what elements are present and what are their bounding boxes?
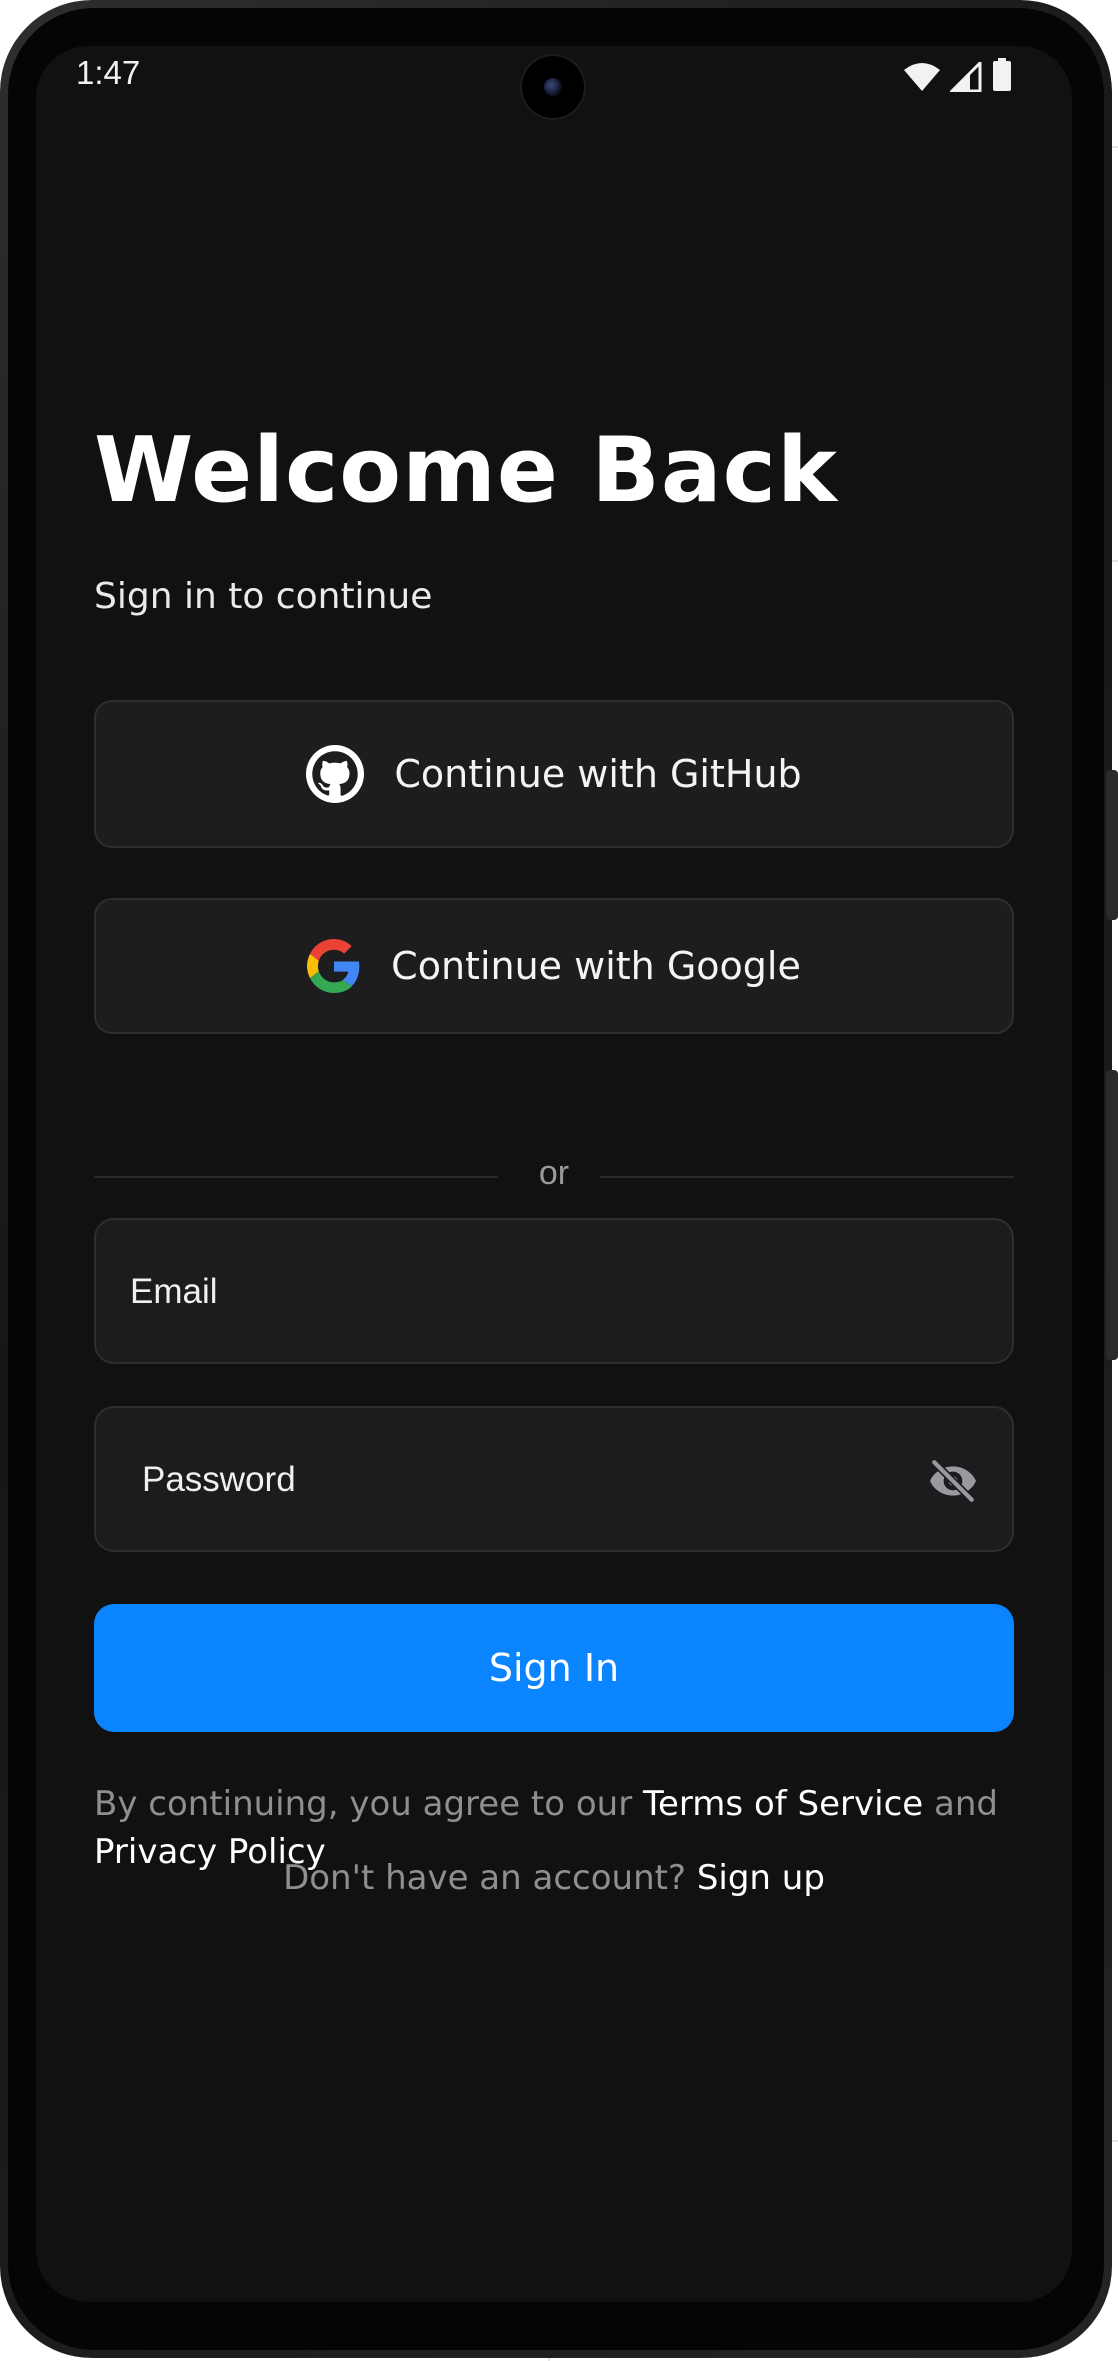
device-frame: 1:47 Welcome Back Sign in to continue Co… (0, 0, 1118, 2358)
google-button-label: Continue with Google (391, 944, 801, 988)
github-button-label: Continue with GitHub (394, 752, 802, 796)
password-field[interactable]: Password (94, 1406, 1016, 1552)
cell-signal-icon (950, 62, 982, 92)
volume-button (1106, 1070, 1118, 1360)
or-divider: or (94, 1152, 1014, 1202)
page-title: Welcome Back (94, 418, 838, 523)
sign-in-label: Sign In (488, 1646, 620, 1690)
page: 1:47 Welcome Back Sign in to continue Co… (0, 0, 1118, 2361)
password-input[interactable] (96, 1408, 1016, 1552)
google-icon (307, 939, 360, 993)
eye-off-icon[interactable] (928, 1456, 978, 1506)
legal-prefix: By continuing, you agree to our (94, 1784, 644, 1824)
wifi-icon (904, 63, 940, 91)
email-input[interactable] (96, 1220, 1016, 1364)
sign-up-link[interactable]: Sign up (697, 1858, 825, 1898)
page-subtitle: Sign in to continue (94, 576, 433, 617)
screen: 1:47 Welcome Back Sign in to continue Co… (36, 46, 1072, 2302)
github-signin-button[interactable]: Continue with GitHub (94, 700, 1014, 848)
signup-row: Don't have an account? Sign up (36, 1858, 1072, 1898)
divider-label: or (538, 1154, 570, 1192)
sign-in-button[interactable]: Sign In (94, 1604, 1014, 1732)
google-signin-button[interactable]: Continue with Google (94, 898, 1014, 1034)
email-field[interactable]: Email (94, 1218, 1016, 1364)
front-camera (522, 56, 584, 118)
power-button (1106, 770, 1118, 920)
status-icons (904, 58, 1012, 92)
legal-middle: and (923, 1784, 998, 1824)
terms-of-service-link[interactable]: Terms of Service (643, 1784, 923, 1824)
status-time: 1:47 (76, 54, 141, 91)
battery-icon (993, 58, 1011, 91)
github-icon (306, 745, 365, 803)
signup-prompt: Don't have an account? (283, 1858, 697, 1898)
